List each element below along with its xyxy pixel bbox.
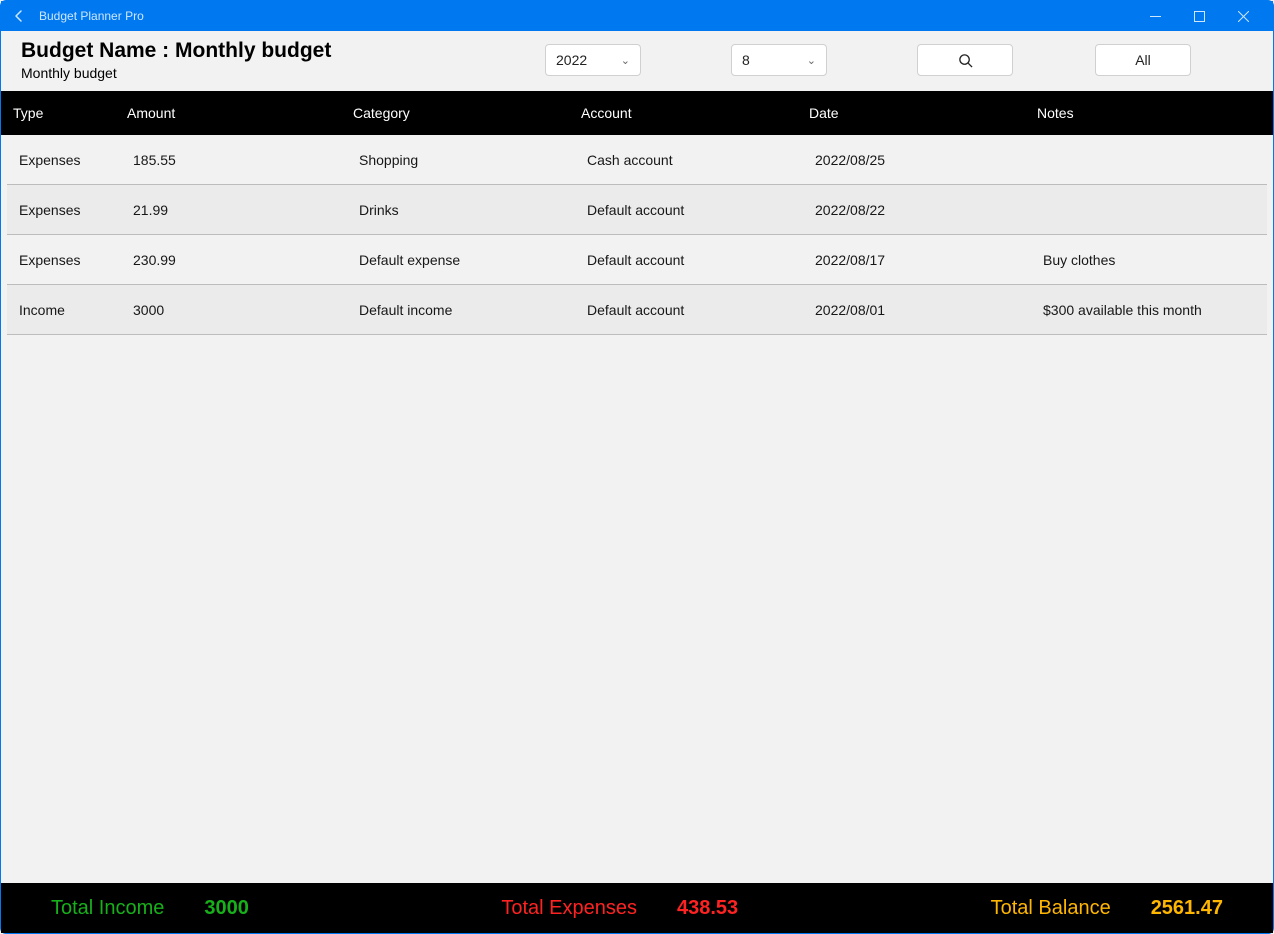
- cell-type: Expenses: [19, 252, 133, 268]
- cell-account: Default account: [587, 302, 815, 318]
- page-title: Budget Name : Monthly budget: [21, 39, 331, 63]
- table-body: Expenses185.55ShoppingCash account2022/0…: [1, 135, 1273, 883]
- total-balance: Total Balance 2561.47: [991, 897, 1223, 920]
- total-income-value: 3000: [204, 897, 249, 920]
- cell-notes: $300 available this month: [1043, 302, 1255, 318]
- summary-footer: Total Income 3000 Total Expenses 438.53 …: [1, 883, 1273, 933]
- back-button[interactable]: [9, 6, 29, 26]
- col-header-date: Date: [809, 105, 1037, 121]
- month-select[interactable]: 8 ⌄: [731, 44, 827, 76]
- cell-account: Default account: [587, 202, 815, 218]
- cell-date: 2022/08/17: [815, 252, 1043, 268]
- total-expenses: Total Expenses 438.53: [501, 897, 738, 920]
- cell-type: Expenses: [19, 152, 133, 168]
- col-header-account: Account: [581, 105, 809, 121]
- cell-type: Expenses: [19, 202, 133, 218]
- cell-category: Shopping: [359, 152, 587, 168]
- chevron-down-icon: ⌄: [621, 54, 630, 67]
- cell-amount: 21.99: [133, 202, 359, 218]
- minimize-icon: [1150, 11, 1161, 22]
- col-header-category: Category: [353, 105, 581, 121]
- all-button-label: All: [1135, 52, 1151, 68]
- arrow-left-icon: [12, 9, 26, 23]
- month-select-value: 8: [742, 52, 750, 68]
- chevron-down-icon: ⌄: [807, 54, 816, 67]
- total-expenses-label: Total Expenses: [501, 897, 637, 920]
- window-maximize[interactable]: [1177, 1, 1221, 31]
- cell-notes: Buy clothes: [1043, 252, 1255, 268]
- total-balance-value: 2561.47: [1151, 897, 1223, 920]
- cell-date: 2022/08/25: [815, 152, 1043, 168]
- year-select[interactable]: 2022 ⌄: [545, 44, 641, 76]
- cell-account: Cash account: [587, 152, 815, 168]
- total-income-label: Total Income: [51, 897, 164, 920]
- search-button[interactable]: [917, 44, 1013, 76]
- table-row[interactable]: Expenses185.55ShoppingCash account2022/0…: [7, 135, 1267, 185]
- close-icon: [1238, 11, 1249, 22]
- page-subtitle: Monthly budget: [21, 65, 331, 81]
- table-row[interactable]: Expenses230.99Default expenseDefault acc…: [7, 235, 1267, 285]
- cell-category: Default expense: [359, 252, 587, 268]
- col-header-amount: Amount: [127, 105, 353, 121]
- cell-amount: 185.55: [133, 152, 359, 168]
- cell-amount: 230.99: [133, 252, 359, 268]
- window-close[interactable]: [1221, 1, 1265, 31]
- col-header-type: Type: [13, 105, 127, 121]
- titlebar: Budget Planner Pro: [1, 1, 1273, 31]
- year-select-value: 2022: [556, 52, 587, 68]
- header: Budget Name : Monthly budget Monthly bud…: [1, 31, 1273, 91]
- cell-date: 2022/08/01: [815, 302, 1043, 318]
- cell-amount: 3000: [133, 302, 359, 318]
- total-balance-label: Total Balance: [991, 897, 1111, 920]
- table-row[interactable]: Expenses21.99DrinksDefault account2022/0…: [7, 185, 1267, 235]
- total-income: Total Income 3000: [51, 897, 249, 920]
- table-header: Type Amount Category Account Date Notes: [1, 91, 1273, 135]
- cell-account: Default account: [587, 252, 815, 268]
- cell-category: Default income: [359, 302, 587, 318]
- search-icon: [958, 53, 973, 68]
- maximize-icon: [1194, 11, 1205, 22]
- all-button[interactable]: All: [1095, 44, 1191, 76]
- window-minimize[interactable]: [1133, 1, 1177, 31]
- cell-date: 2022/08/22: [815, 202, 1043, 218]
- cell-category: Drinks: [359, 202, 587, 218]
- total-expenses-value: 438.53: [677, 897, 738, 920]
- table-row[interactable]: Income3000Default incomeDefault account2…: [7, 285, 1267, 335]
- window-title: Budget Planner Pro: [39, 9, 144, 23]
- cell-type: Income: [19, 302, 133, 318]
- col-header-notes: Notes: [1037, 105, 1261, 121]
